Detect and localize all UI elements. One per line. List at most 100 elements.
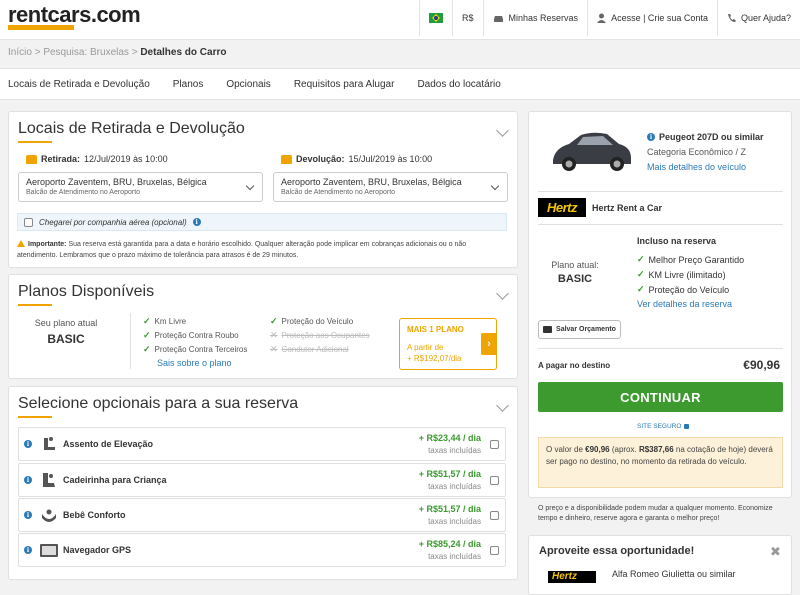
info-icon[interactable]: i <box>192 218 201 226</box>
pickup-location-select[interactable]: Aeroporto Zaventem, BRU, Bruxelas, Bélgi… <box>18 172 263 202</box>
opportunity-card <box>528 535 792 595</box>
locations-title: Locais de Retirada e Devolução <box>18 120 245 137</box>
feature-label: Km Livre <box>154 317 187 326</box>
plan-feature: ✓ Proteção Contra Roubo <box>143 330 239 341</box>
check-icon: ✓ <box>637 269 645 279</box>
vehicle-details-link[interactable]: Mais detalhes do veículo <box>647 162 746 172</box>
pickup-label: Retirada: <box>41 154 81 164</box>
company-name: Hertz Rent a Car <box>592 203 663 213</box>
included-item: ✓ Melhor Preço Garantido <box>637 254 744 265</box>
help-label: Quer Ajuda? <box>740 13 791 23</box>
save-quote-button[interactable]: Salvar Orçamento <box>538 320 621 339</box>
my-reservations-label: Minhas Reservas <box>508 13 579 23</box>
chevron-down-icon[interactable] <box>496 399 509 412</box>
optional-item: i Cadeirinha para Criança + R$51,57 / di… <box>18 463 506 497</box>
important-notice: Importante: Sua reserva está garantida p… <box>17 239 507 261</box>
info-icon[interactable]: i <box>24 511 32 519</box>
current-plan: Seu plano atual BASIC <box>18 318 114 346</box>
tab-renter-data[interactable]: Dados do locatário <box>417 69 500 99</box>
baby-seat-icon <box>42 509 56 522</box>
plan-feature-excluded: ✕ Condutor Adicional <box>270 344 349 355</box>
current-plan-summary: Plano atual: BASIC <box>540 260 610 285</box>
note-brl: R$387,66 <box>638 445 674 454</box>
plan-feature: ✓ Proteção Contra Terceiros <box>143 344 247 355</box>
my-reservations-link[interactable]: Minhas Reservas <box>482 0 588 36</box>
dropoff-date: 15/Jul/2019 às 10:00 <box>348 154 433 164</box>
dropoff-location-select[interactable]: Aeroporto Zaventem, BRU, Bruxelas, Bélgi… <box>273 172 508 202</box>
help-link[interactable]: Quer Ajuda? <box>716 0 800 36</box>
warning-icon <box>17 240 25 247</box>
check-icon: ✓ <box>143 344 151 354</box>
breadcrumb-search[interactable]: Pesquisa: Bruxelas <box>43 47 129 58</box>
tab-optionals[interactable]: Opcionais <box>226 69 270 99</box>
optional-checkbox[interactable] <box>490 476 499 485</box>
info-icon[interactable]: i <box>647 133 655 141</box>
included-item: ✓ Proteção do Veículo <box>637 284 729 295</box>
optional-name: Bebê Conforto <box>63 510 126 520</box>
divider <box>130 313 131 369</box>
optional-price: + R$85,24 / dia <box>418 539 481 549</box>
optional-item: i Navegador GPS + R$85,24 / dia taxas in… <box>18 533 506 567</box>
plan-details-link[interactable]: Sais sobre o plano <box>157 358 232 368</box>
optional-checkbox[interactable] <box>490 511 499 520</box>
car-name-label: Peugeot 207D ou similar <box>659 132 764 142</box>
pickup-header: Retirada: 12/Jul/2019 às 10:00 <box>26 154 168 164</box>
price-disclaimer: O preço e a disponibilidade podem mudar … <box>538 505 773 522</box>
optional-name: Assento de Elevação <box>63 439 154 449</box>
hertz-logo: Hertz <box>538 198 586 217</box>
secure-site-label: SITE SEGURO <box>637 423 682 430</box>
account-label: Acesse | Crie sua Conta <box>611 13 708 23</box>
optional-item: i Assento de Elevação + R$23,44 / dia ta… <box>18 427 506 461</box>
airline-checkbox-label[interactable]: Chegarei por companhia aérea (opcional) <box>39 218 187 227</box>
check-icon: ✓ <box>143 316 151 326</box>
feature-label: Proteção aos Ocupantes <box>281 331 370 340</box>
dropoff-header: Devolução: 15/Jul/2019 às 10:00 <box>281 154 432 164</box>
logo-underline <box>8 25 74 30</box>
close-icon[interactable]: ✖ <box>770 544 781 560</box>
tab-locations[interactable]: Locais de Retirada e Devolução <box>8 69 150 99</box>
check-icon: ✓ <box>143 330 151 340</box>
optional-checkbox[interactable] <box>490 546 499 555</box>
chevron-down-icon[interactable] <box>496 287 509 300</box>
plan-feature-excluded: ✕ Proteção aos Ocupantes <box>270 330 370 341</box>
breadcrumb-current: Detalhes do Carro <box>140 47 227 58</box>
check-icon: ✓ <box>270 316 278 326</box>
optionals-title: Selecione opcionais para a sua reserva <box>18 395 299 412</box>
reservation-details-link[interactable]: Ver detalhes da reserva <box>637 299 732 309</box>
car-image <box>553 132 631 171</box>
info-icon[interactable]: i <box>24 476 32 484</box>
airline-checkbox[interactable] <box>24 217 33 227</box>
optional-checkbox[interactable] <box>490 440 499 449</box>
optional-price: + R$51,57 / dia <box>418 504 481 514</box>
tab-requirements[interactable]: Requisitos para Alugar <box>294 69 395 99</box>
optional-item: i Bebê Conforto + R$51,57 / dia taxas in… <box>18 498 506 532</box>
arrow-right-icon[interactable]: › <box>481 333 497 355</box>
optional-price: + R$23,44 / dia <box>418 433 481 443</box>
x-icon: ✕ <box>270 344 278 354</box>
language-selector[interactable] <box>419 0 452 36</box>
info-icon[interactable]: i <box>24 546 32 554</box>
tab-plans[interactable]: Planos <box>173 69 204 99</box>
currency-selector[interactable]: R$ <box>452 0 483 36</box>
upgrade-amount: + R$192,07/dia <box>407 354 462 363</box>
chevron-down-icon[interactable] <box>496 124 509 137</box>
included-label: KM Livre (ilimitado) <box>648 269 726 280</box>
upgrade-plan-card[interactable]: MAIS 1 PLANO A partir de + R$192,07/dia › <box>399 318 497 370</box>
continue-button[interactable]: CONTINUAR <box>538 382 783 412</box>
phone-icon <box>727 14 736 23</box>
breadcrumb-home[interactable]: Início <box>8 47 32 58</box>
car-icon <box>26 154 37 164</box>
account-link[interactable]: Acesse | Crie sua Conta <box>587 0 717 36</box>
plan-label: Plano atual: <box>551 260 599 270</box>
envelope-icon <box>543 326 553 333</box>
payment-note: O valor de €90,96 (aprox. R$387,66 na co… <box>538 437 783 488</box>
included-item: ✓ KM Livre (ilimitado) <box>637 269 726 280</box>
dropoff-label: Devolução: <box>296 154 345 164</box>
car-icon <box>493 15 503 22</box>
user-icon <box>597 13 607 23</box>
optional-tax: taxas incluídas <box>428 446 481 455</box>
info-icon[interactable]: i <box>24 440 32 448</box>
included-title: Incluso na reserva <box>637 236 717 246</box>
car-name: i Peugeot 207D ou similar <box>647 132 764 142</box>
opportunity-title: Aproveite essa oportunidade! <box>539 545 695 557</box>
